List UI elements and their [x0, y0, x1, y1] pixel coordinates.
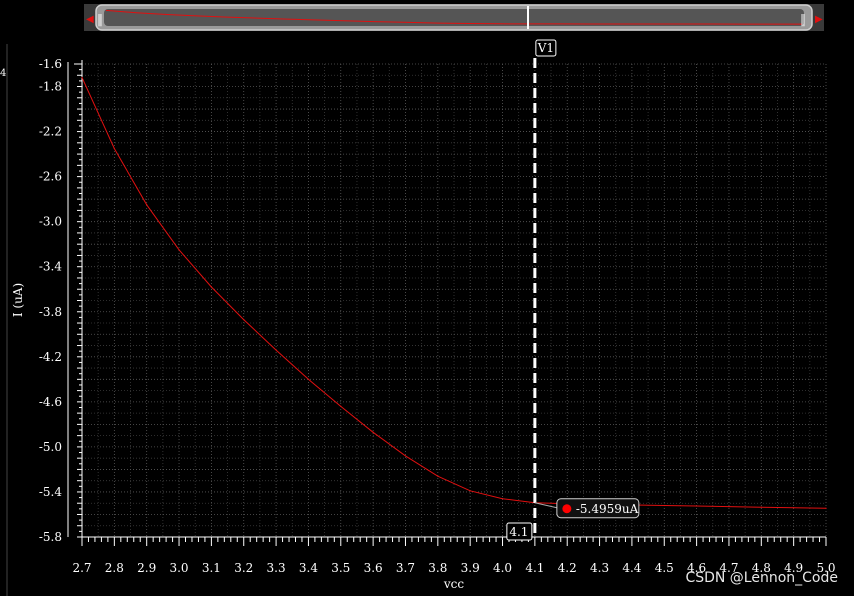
x-tick-label: 3.6 — [364, 561, 383, 575]
overview-slider[interactable]: ◀ ▶ ‖ ‖ — [84, 4, 824, 31]
side-label: 4 — [0, 68, 6, 79]
data-point — [210, 286, 212, 288]
data-point — [501, 498, 504, 500]
y-tick-label: -3.8 — [39, 305, 62, 319]
y-tick-label: -2.6 — [39, 170, 62, 184]
y-tick-label: -3.0 — [39, 215, 62, 229]
left-scroll-arrow-icon[interactable]: ◀ — [86, 14, 94, 25]
y-tick-label: -2.2 — [39, 125, 62, 139]
x-tick-label: 4.2 — [558, 561, 577, 575]
data-point — [760, 506, 762, 508]
x-tick-label: 3.3 — [267, 561, 286, 575]
x-tick-label: 2.7 — [72, 561, 91, 575]
data-point — [81, 76, 83, 79]
data-point — [469, 490, 471, 492]
data-point — [793, 507, 795, 509]
x-tick-label: 4.1 — [525, 561, 544, 575]
x-tick-label: 3.1 — [202, 561, 221, 575]
data-point — [825, 507, 827, 509]
x-tick-label: 2.8 — [105, 561, 124, 575]
marker-x-label: 4.1 — [509, 525, 528, 539]
y-tick-label: -4.6 — [39, 395, 62, 409]
data-point — [663, 504, 665, 507]
x-tick-label: 3.9 — [461, 561, 480, 575]
x-tick-label: 3.4 — [299, 561, 318, 575]
x-tick-label: 4.0 — [493, 561, 512, 575]
data-point — [275, 349, 277, 351]
vertical-marker-v1[interactable]: V1 4.1 -5.4959uA — [506, 39, 640, 541]
x-tick-label: 4.5 — [655, 561, 674, 575]
data-point — [340, 405, 342, 407]
data-point — [307, 378, 310, 380]
y-tick-label: -3.4 — [39, 260, 63, 274]
data-point — [113, 147, 115, 150]
y-tick-label: -5.8 — [39, 530, 62, 544]
y-axis-title: I (uA) — [11, 283, 25, 317]
data-point — [437, 475, 439, 477]
watermark: CSDN @Lennon_Code — [685, 570, 838, 586]
data-point — [372, 431, 374, 433]
y-tick-label: -1.6 — [39, 57, 62, 71]
y-tick-label: -1.8 — [39, 80, 62, 94]
marker-point-icon — [562, 504, 572, 514]
marker-name: V1 — [537, 41, 554, 55]
data-point — [404, 455, 407, 457]
plot-grid — [81, 63, 827, 538]
x-tick-label: 4.3 — [590, 561, 609, 575]
data-point — [178, 249, 180, 251]
x-tick-label: 3.2 — [234, 561, 253, 575]
right-handle-icon[interactable]: ‖ — [800, 12, 806, 26]
x-tick-label: 2.9 — [137, 561, 156, 575]
data-point — [146, 204, 148, 206]
x-axis-title: vcc — [443, 577, 465, 591]
data-point — [243, 319, 245, 321]
y-axis-ticks: -1.6 -1.8 -2.2 -2.6 -3.0 -3.4 -3.8 -4.2 -4.6 -5.0… — [39, 57, 82, 544]
x-tick-label: 3.5 — [331, 561, 350, 575]
y-tick-label: -4.2 — [39, 350, 62, 364]
y-tick-label: -5.0 — [39, 440, 62, 454]
marker-value-label: -5.4959uA — [576, 502, 639, 516]
data-point — [728, 505, 730, 508]
data-point — [696, 505, 698, 507]
x-tick-label: 4.4 — [622, 561, 641, 575]
right-scroll-arrow-icon[interactable]: ▶ — [815, 14, 823, 25]
left-handle-icon[interactable]: ‖ — [97, 12, 103, 26]
x-tick-label: 3.8 — [428, 561, 447, 575]
waveform-plot[interactable]: ◀ ▶ ‖ ‖ 4 -1.6 -1.8 -2.2 -2.6 -3.0 -3.4 -3.8 -4… — [0, 0, 854, 596]
x-tick-label: 3.0 — [169, 561, 188, 575]
y-tick-label: -5.4 — [39, 485, 63, 499]
x-tick-label: 3.7 — [396, 561, 415, 575]
